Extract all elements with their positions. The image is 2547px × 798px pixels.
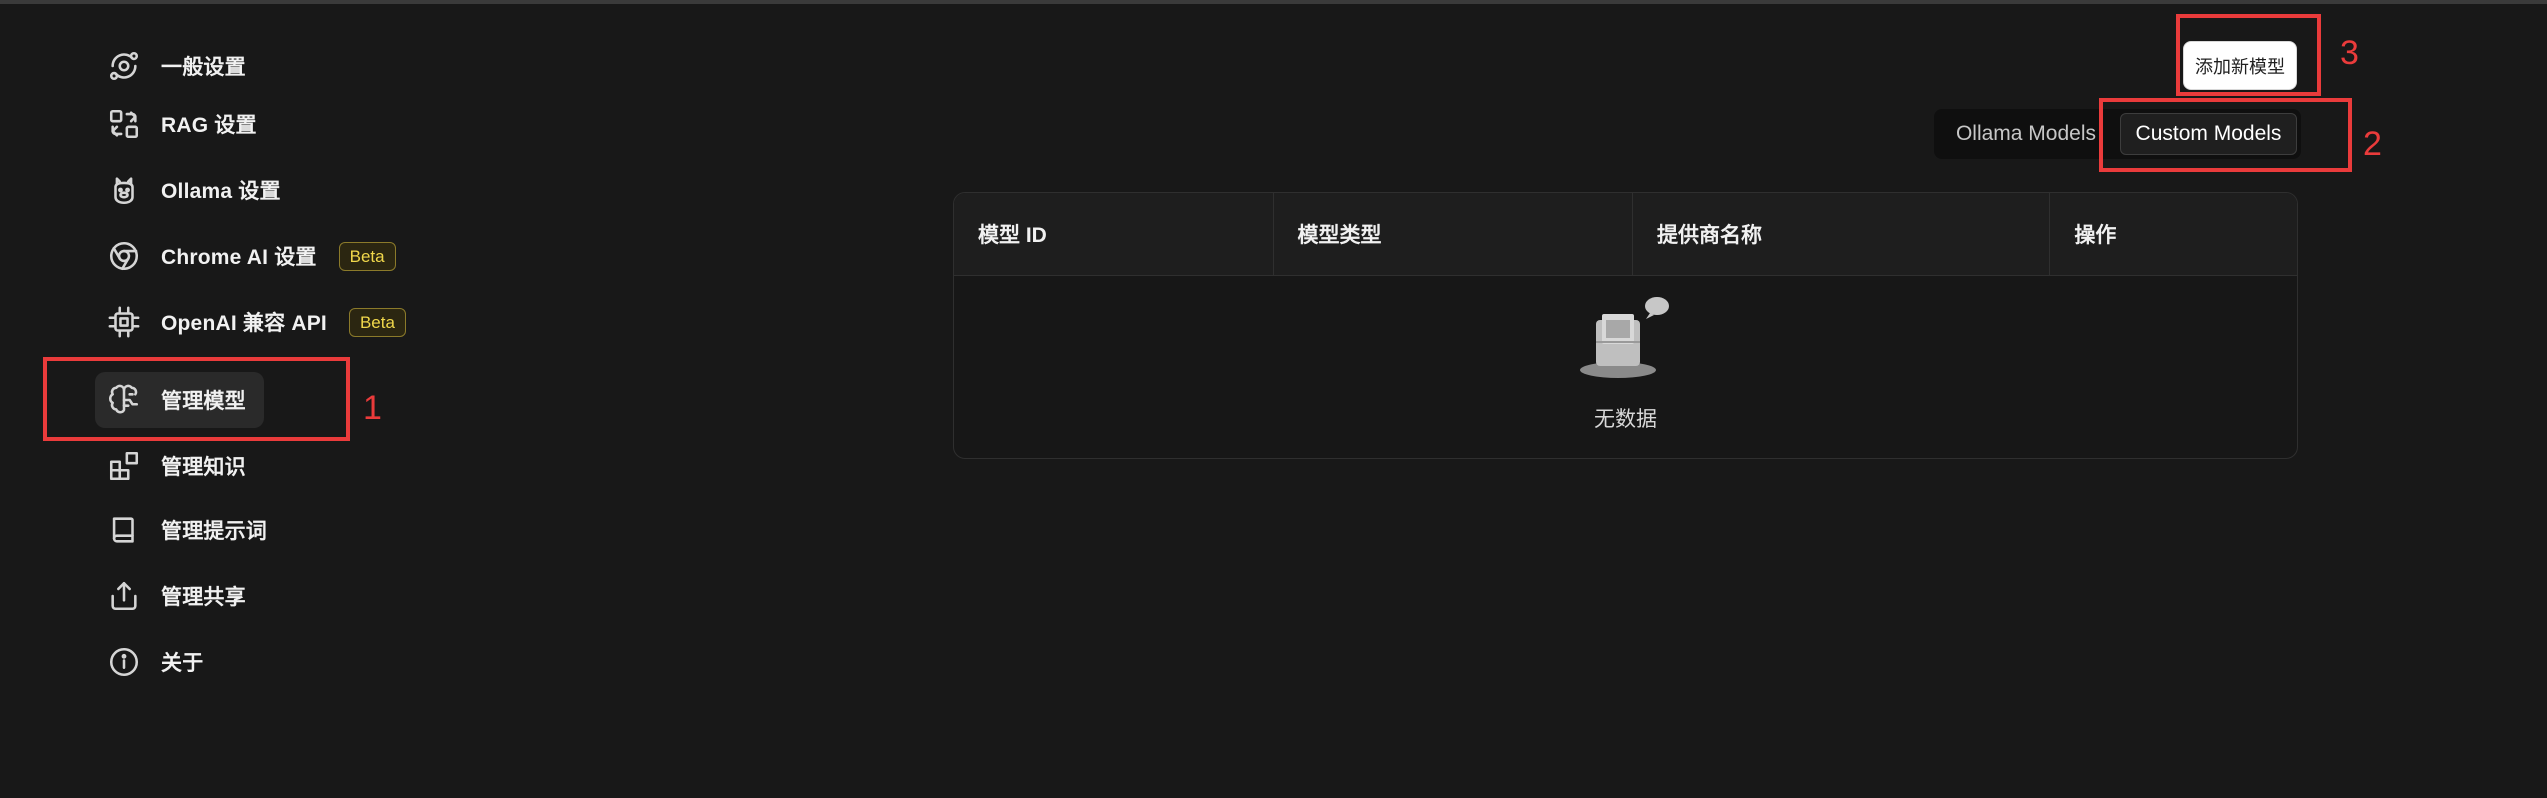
annotation-number-1: 1 (363, 389, 382, 427)
chrome-icon (105, 237, 143, 275)
sidebar-item-label: Ollama 设置 (161, 180, 281, 203)
sidebar-item-label: 管理知识 (161, 456, 246, 479)
column-header-model-id: 模型 ID (954, 193, 1274, 275)
sidebar-item-label: 一般设置 (161, 56, 246, 79)
share-icon (105, 577, 143, 615)
sidebar-item-ollama[interactable]: Ollama 设置 (95, 162, 293, 218)
sidebar-item-general[interactable]: 一般设置 (95, 38, 258, 94)
sidebar-item-chrome-ai[interactable]: Chrome AI 设置 Beta (95, 228, 408, 284)
sidebar-item-manage-prompts[interactable]: 管理提示词 (95, 502, 279, 558)
sidebar-item-manage-models[interactable]: 管理模型 (95, 372, 264, 428)
column-header-model-type: 模型类型 (1274, 193, 1633, 275)
sidebar-item-label: 管理模型 (161, 390, 246, 413)
combine-icon (105, 105, 143, 143)
empty-state-text: 无数据 (1594, 408, 1657, 431)
tab-ollama-models[interactable]: Ollama Models (1938, 113, 2114, 155)
sidebar-item-label: Chrome AI 设置 (161, 246, 317, 269)
model-tabs: Ollama Models Custom Models (1934, 109, 2301, 159)
book-icon (105, 511, 143, 549)
annotation-number-3: 3 (2340, 34, 2359, 72)
sidebar-item-label: 管理提示词 (161, 520, 267, 543)
top-divider (0, 0, 2547, 4)
sidebar-item-manage-knowledge[interactable]: 管理知识 (95, 438, 258, 494)
empty-box-icon (1578, 296, 1678, 386)
empty-state: 无数据 (954, 276, 2297, 458)
sidebar-item-openai-api[interactable]: OpenAI 兼容 API Beta (95, 294, 418, 350)
sidebar-item-about[interactable]: 关于 (95, 634, 215, 690)
column-header-provider-name: 提供商名称 (1633, 193, 2051, 275)
add-model-button[interactable]: 添加新模型 (2183, 41, 2297, 90)
sidebar-item-label: 关于 (161, 652, 204, 675)
orbit-icon (105, 47, 143, 85)
beta-badge: Beta (348, 307, 406, 337)
sidebar-item-label: 管理共享 (161, 586, 246, 609)
blocks-icon (105, 447, 143, 485)
cpu-icon (105, 303, 143, 341)
sidebar-item-rag[interactable]: RAG 设置 (95, 96, 269, 152)
annotation-number-2: 2 (2363, 125, 2382, 163)
llama-icon (105, 171, 143, 209)
custom-models-table: 模型 ID 模型类型 提供商名称 操作 无数据 (953, 192, 2298, 459)
sidebar-item-label: OpenAI 兼容 API (161, 312, 327, 335)
tab-custom-models[interactable]: Custom Models (2119, 113, 2297, 155)
sidebar-item-label: RAG 设置 (161, 114, 257, 137)
brain-icon (105, 381, 143, 419)
beta-badge: Beta (338, 241, 396, 271)
table-header: 模型 ID 模型类型 提供商名称 操作 (954, 193, 2297, 276)
info-icon (105, 643, 143, 681)
column-header-actions: 操作 (2074, 224, 2117, 247)
sidebar-item-manage-sharing[interactable]: 管理共享 (95, 568, 258, 624)
